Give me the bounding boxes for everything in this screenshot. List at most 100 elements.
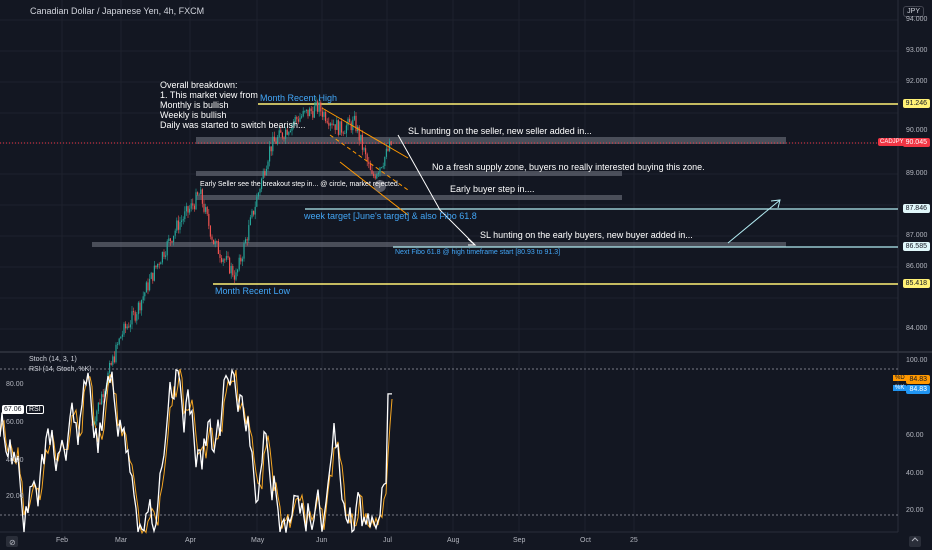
lock-scale-icon[interactable]: ⊘ — [6, 536, 18, 547]
candle-body — [229, 257, 231, 274]
candle-body — [235, 272, 237, 280]
candle-body — [273, 136, 275, 142]
month-high-label[interactable]: Month Recent High — [260, 93, 337, 103]
no-supply-note[interactable]: No a fresh supply zone, buyers no really… — [432, 162, 705, 172]
candle-body — [285, 129, 287, 139]
rsi-tag: RSI — [26, 405, 44, 414]
candle-body — [171, 240, 173, 243]
candle-body — [243, 243, 245, 259]
candle-body — [347, 118, 349, 126]
candle-body — [246, 239, 248, 241]
candle-body — [179, 221, 181, 230]
early-buyer-note[interactable]: Early buyer step in.... — [450, 184, 535, 194]
candle-body — [160, 262, 162, 265]
indicator-levels — [0, 368, 898, 516]
rsi-value-tag: 67.06 — [2, 405, 24, 414]
candle-body — [278, 130, 280, 138]
indicator-right-tick: 100.00 — [906, 357, 928, 364]
zone-early-buyers-sl[interactable] — [92, 242, 786, 247]
candle-body — [390, 141, 392, 145]
candle-body — [350, 122, 352, 131]
candle-body — [174, 230, 176, 236]
breakdown-note[interactable]: Overall breakdown: 1. This market view f… — [160, 80, 306, 130]
zone-early-buyer[interactable] — [196, 195, 622, 200]
candle-body — [144, 292, 146, 297]
stoch-d-prefix: %D — [893, 375, 907, 381]
candle-body — [232, 265, 234, 276]
breakdown-line: Daily was started to switch bearish... — [160, 120, 306, 130]
candle-body — [353, 115, 355, 120]
candle-body — [320, 102, 322, 112]
candle-body — [197, 192, 199, 195]
candle-body — [227, 256, 229, 258]
candle-body — [286, 129, 288, 135]
stoch-k-line[interactable] — [0, 368, 392, 534]
candle-body — [253, 210, 255, 215]
candle-body — [339, 121, 341, 135]
candle-body — [129, 324, 131, 328]
price-label-week-target: 87.846 — [902, 204, 930, 213]
candle-body — [126, 326, 128, 329]
candle-body — [139, 302, 141, 311]
candle-body — [355, 115, 357, 132]
candle-body — [118, 338, 120, 345]
indicator-right-tick: 20.00 — [906, 507, 924, 514]
price-tick: 86.000 — [906, 263, 928, 270]
stoch-legend[interactable]: Stoch (14, 3, 1) — [29, 356, 77, 363]
candle-body — [248, 225, 250, 241]
candle-body — [321, 111, 323, 117]
candle-body — [99, 402, 101, 405]
scroll-to-realtime[interactable] — [909, 536, 921, 547]
price-tick: 89.000 — [906, 170, 928, 177]
next-fibo-note[interactable]: Next Fibo 61.8 @ high timeframe start [8… — [395, 249, 560, 256]
candle-body — [265, 168, 267, 176]
candle-body — [141, 300, 143, 311]
price-tick: 94.000 — [906, 16, 928, 23]
candle-body — [305, 109, 307, 111]
chart-canvas[interactable]: ⊘ — [0, 0, 932, 550]
candle-body — [200, 189, 202, 195]
candle-body — [195, 192, 197, 210]
sl-buyers-note[interactable]: SL hunting on the early buyers, new buye… — [480, 230, 693, 240]
candle-body — [288, 132, 290, 135]
projection-up[interactable] — [727, 199, 781, 244]
candle-body — [109, 362, 111, 373]
candle-body — [157, 263, 159, 268]
candle-body — [209, 225, 211, 237]
candle-body — [312, 111, 314, 118]
candle-body — [249, 217, 251, 226]
candle-body — [262, 171, 264, 179]
channel-lower[interactable] — [339, 161, 409, 216]
candle-body — [176, 220, 178, 231]
stoch-d-line[interactable] — [0, 368, 393, 535]
candle-body — [96, 411, 98, 422]
candle-body — [269, 146, 271, 162]
candle-body — [214, 241, 216, 245]
candle-body — [152, 272, 154, 281]
indicator-left-tick: 80.00 — [6, 381, 24, 388]
candle-body — [190, 203, 192, 209]
time-tick: Mar — [115, 537, 128, 544]
candle-body — [371, 170, 373, 174]
candle-body — [153, 265, 155, 281]
month-low-label[interactable]: Month Recent Low — [215, 286, 290, 296]
candle-body — [205, 207, 207, 212]
breakdown-line: Overall breakdown: — [160, 80, 238, 90]
time-tick: Feb — [56, 537, 69, 544]
candle-body — [198, 194, 200, 196]
candle-body — [219, 253, 221, 258]
early-seller-note[interactable]: Early Seller see the breakout step in...… — [200, 181, 400, 188]
week-target-note[interactable]: week target [June's target] & also Fibo … — [304, 211, 477, 221]
candle-body — [387, 148, 389, 151]
candle-body — [168, 238, 170, 242]
candle-body — [115, 344, 117, 363]
indicator-left-tick: 60.00 — [6, 419, 24, 426]
candle-body — [147, 282, 149, 291]
candle-body — [368, 161, 370, 164]
candle-body — [281, 132, 283, 138]
candle-body — [155, 265, 157, 268]
candle-body — [120, 336, 122, 339]
candle-body — [161, 251, 163, 263]
sl-seller-note[interactable]: SL hunting on the seller, new seller add… — [408, 126, 592, 136]
rsi-legend[interactable]: RSI (14, Stoch, %K) — [29, 366, 92, 373]
